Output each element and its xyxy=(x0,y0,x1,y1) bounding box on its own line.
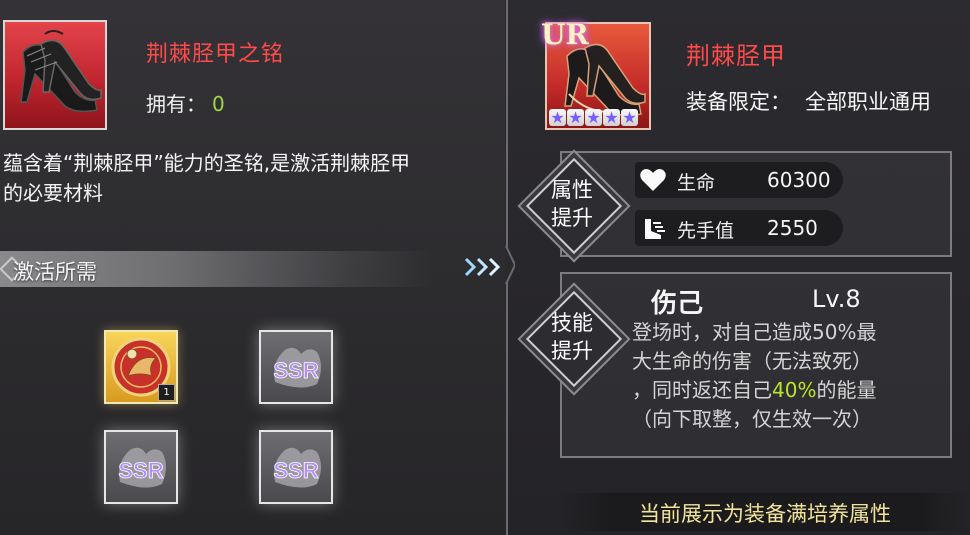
equipment-icon-frame: UR ★ ★ ★ ★ ★ xyxy=(541,18,651,130)
item-name: 荆棘胫甲之铭 xyxy=(146,42,285,67)
owned-count-row: 拥有： 0 xyxy=(146,88,225,117)
material-slot-ssr[interactable]: SSR xyxy=(259,330,333,404)
star-icon: ★ xyxy=(585,108,602,127)
limit-label: 装备限定： xyxy=(686,90,791,114)
material-slot-emblem[interactable]: 1 xyxy=(104,330,178,404)
material-slot-ssr[interactable]: SSR xyxy=(104,430,178,504)
material-count-badge: 1 xyxy=(158,384,175,401)
stat-value: 2550 xyxy=(767,216,818,240)
skill-level: Lv.8 xyxy=(812,285,861,313)
stat-row-initiative: 先手值 2550 xyxy=(635,210,843,246)
footer-note: 当前展示为装备满培养属性 xyxy=(639,502,891,526)
requirement-header-label: 激活所需 xyxy=(13,260,97,284)
rarity-badge: UR xyxy=(541,18,589,51)
owned-label: 拥有： xyxy=(146,92,206,116)
stat-name: 生命 xyxy=(677,172,716,194)
equipment-name: 荆棘胫甲 xyxy=(686,42,786,70)
skill-name: 伤己 xyxy=(651,289,704,319)
star-icon: ★ xyxy=(567,108,584,127)
skill-description: 登场时，对自己造成50%最 大生命的伤害（无法致死） ，同时返还自己40%的能量… xyxy=(632,320,877,431)
star-icon: ★ xyxy=(603,108,620,127)
ssr-icon: SSR xyxy=(118,447,166,488)
item-icon-frame xyxy=(3,20,107,130)
heart-icon xyxy=(640,169,666,191)
ssr-label: SSR xyxy=(273,458,318,483)
stat-value: 60300 xyxy=(767,168,831,192)
ssr-icon: SSR xyxy=(273,447,321,488)
stat-row-hp: 生命 60300 xyxy=(635,162,843,198)
boot-speed-icon xyxy=(645,219,665,239)
material-slot-ssr[interactable]: SSR xyxy=(259,430,333,504)
ssr-label: SSR xyxy=(273,358,318,383)
equipment-limit-row: 装备限定： 全部职业通用 xyxy=(686,86,931,116)
star-icon: ★ xyxy=(621,108,638,127)
skill-section-label: 技能 提升 xyxy=(551,311,593,363)
ssr-label: SSR xyxy=(118,458,163,483)
star-rating: ★ ★ ★ ★ ★ xyxy=(549,109,638,126)
energy-percent-highlight: 40% xyxy=(772,378,817,402)
star-icon: ★ xyxy=(549,108,566,127)
stat-name: 先手值 xyxy=(677,220,735,242)
ssr-icon: SSR xyxy=(273,347,321,388)
chevrons-right-icon xyxy=(464,257,501,277)
limit-value: 全部职业通用 xyxy=(805,90,931,114)
heeled-shoe-icon xyxy=(20,30,102,113)
attribute-section-label: 属性 提升 xyxy=(551,178,593,230)
item-description: 蕴含着“荆棘胫甲”能力的圣铭,是激活荆棘胫甲的必要材料 xyxy=(3,151,411,205)
owned-value: 0 xyxy=(212,92,225,116)
